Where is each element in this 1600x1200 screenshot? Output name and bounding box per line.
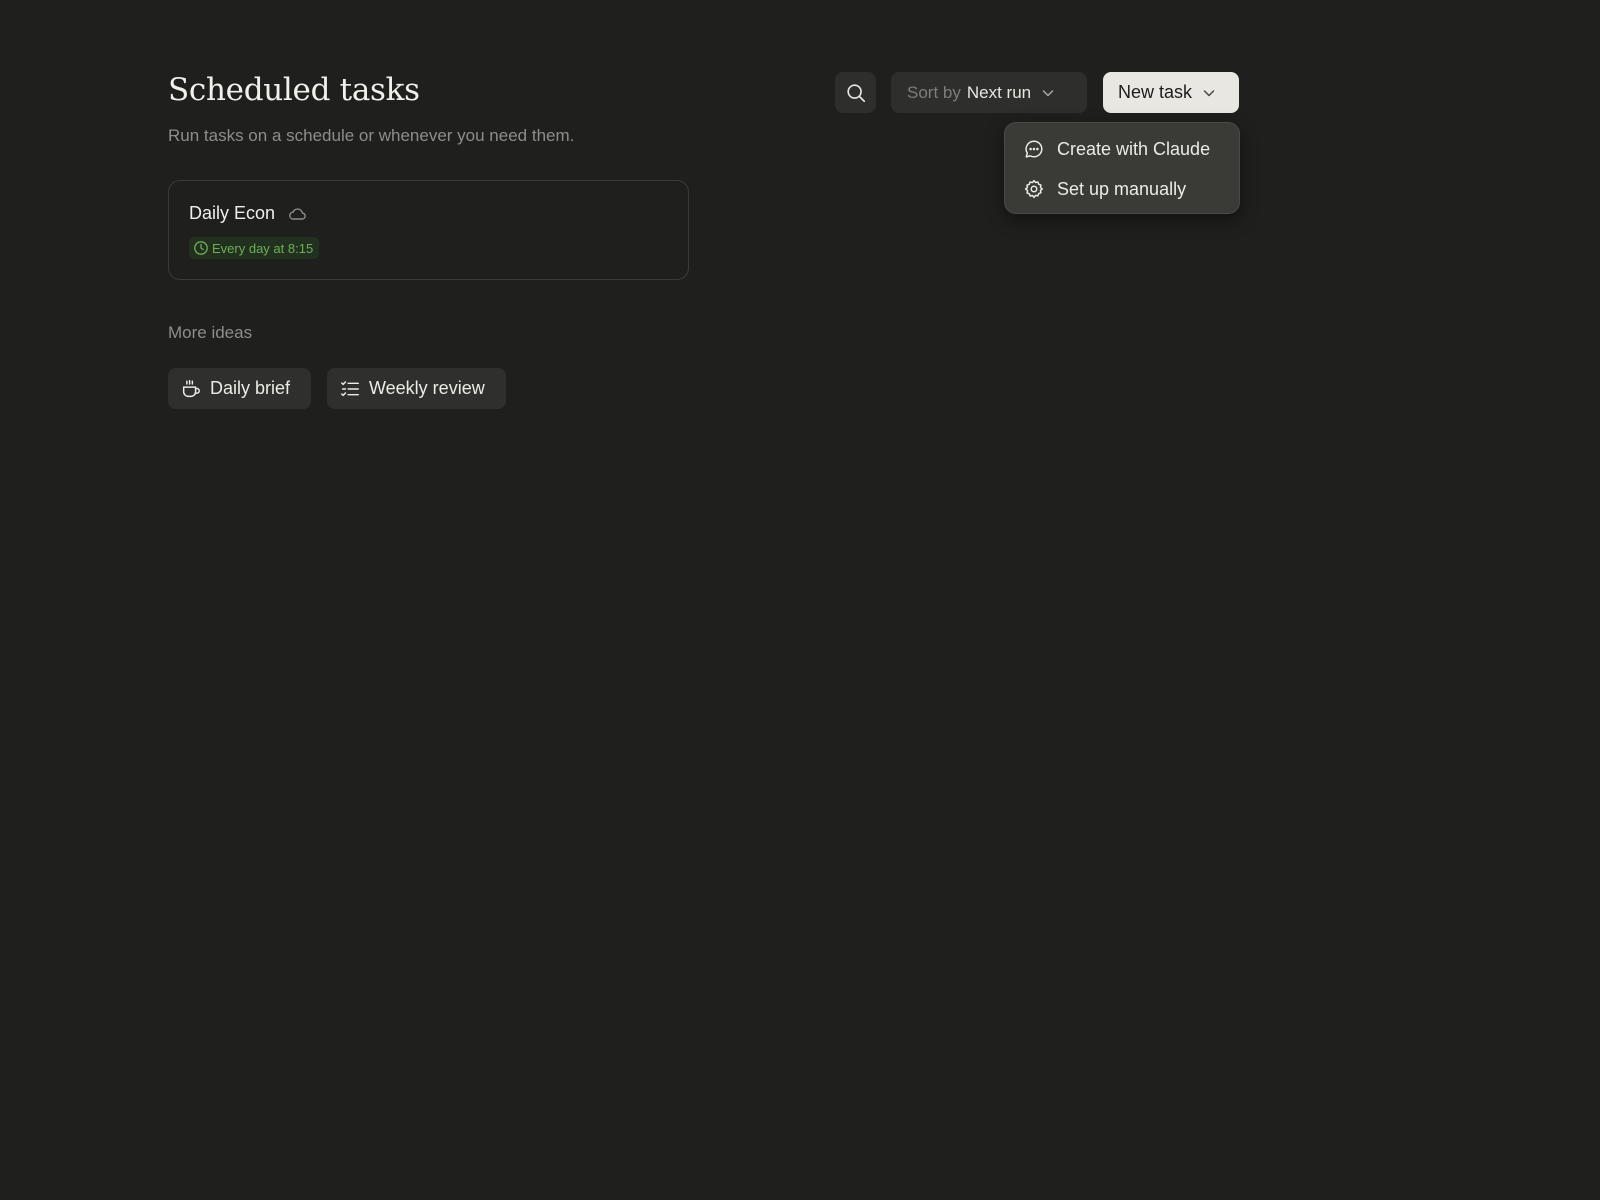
menu-item-create-with-claude[interactable]: Create with Claude (1005, 129, 1239, 169)
clock-icon (194, 241, 208, 255)
new-task-label: New task (1118, 82, 1193, 102)
search-button[interactable] (835, 72, 876, 113)
idea-chip-daily-brief[interactable]: Daily brief (168, 368, 311, 409)
gear-icon (1024, 179, 1044, 199)
cloud-icon (289, 207, 306, 220)
schedule-text: Every day at 8:15 (212, 240, 314, 256)
idea-chip-weekly-review[interactable]: Weekly review (327, 368, 506, 409)
task-name: Daily Econ (189, 203, 276, 223)
idea-chip-label: Weekly review (369, 378, 485, 398)
scheduled-tasks-page: Scheduled tasks Run tasks on a schedule … (0, 0, 1600, 1200)
page-title: Scheduled tasks (168, 72, 420, 108)
search-icon (846, 83, 865, 102)
menu-item-label: Set up manually (1057, 178, 1187, 199)
sort-value-label: Next run (966, 82, 1032, 102)
menu-item-set-up-manually[interactable]: Set up manually (1005, 169, 1239, 209)
more-ideas-heading: More ideas (168, 323, 253, 342)
new-task-menu: Create with Claude Set up manually (1004, 122, 1240, 214)
menu-item-label: Create with Claude (1057, 138, 1211, 159)
task-name-row: Daily Econ (189, 203, 307, 224)
chevron-down-icon (1203, 89, 1215, 96)
schedule-badge: Every day at 8:15 (189, 237, 320, 259)
task-card-daily-econ[interactable]: Daily Econ Every day at 8:15 (168, 180, 689, 280)
chevron-down-icon (1042, 89, 1054, 96)
sort-dropdown[interactable]: Sort by Next run (891, 72, 1087, 113)
chat-bubble-icon (1025, 140, 1043, 158)
coffee-cup-icon (182, 379, 200, 397)
idea-chip-label: Daily brief (210, 378, 291, 398)
sort-prefix-label: Sort by (907, 82, 961, 102)
page-subtitle: Run tasks on a schedule or whenever you … (168, 126, 575, 145)
new-task-button[interactable]: New task (1103, 72, 1239, 113)
checklist-icon (341, 380, 359, 396)
